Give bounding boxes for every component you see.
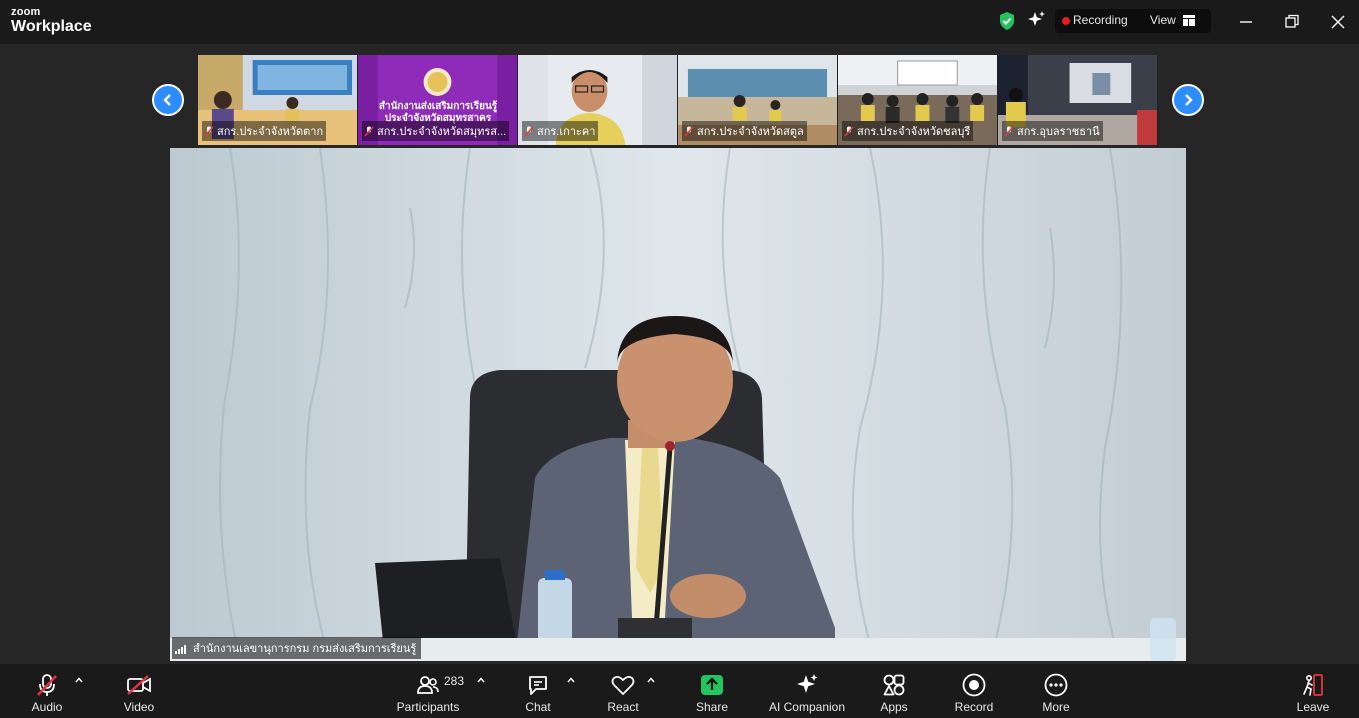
participant-name: สกร.ประจำจังหวัดสตูล — [697, 126, 804, 138]
video-tile[interactable]: สกร.ประจำจังหวัดตาก — [198, 55, 358, 145]
share-screen-icon — [701, 675, 723, 695]
ai-sparkle-icon — [797, 674, 818, 693]
mic-muted-icon — [1004, 125, 1014, 137]
recording-dot-icon — [1062, 17, 1070, 25]
participant-count-badge: 283 — [444, 674, 465, 688]
participant-name: สกร.ประจำจังหวัดชลบุรี — [857, 126, 971, 138]
react-options-caret-icon[interactable] — [646, 676, 656, 684]
apps-button[interactable]: Apps — [874, 670, 914, 714]
zoom-logo: zoom Workplace — [11, 7, 92, 35]
chat-options-caret-icon[interactable] — [566, 676, 576, 684]
mic-muted-icon — [844, 125, 854, 137]
mic-muted-icon — [364, 125, 374, 137]
view-button[interactable]: View — [1150, 13, 1176, 27]
leave-door-icon — [1303, 674, 1323, 696]
meeting-controls-toolbar: Audio Video Participants 283 Chat React … — [0, 664, 1359, 718]
participant-name-label: สกร.ประจำจังหวัดตาก — [202, 121, 327, 141]
ai-companion-button[interactable]: AI Companion — [766, 670, 848, 714]
video-tile[interactable]: สกร.ประจำจังหวัดสตูล — [678, 55, 838, 145]
leave-label: Leave — [1296, 700, 1330, 714]
chat-label: Chat — [525, 700, 551, 714]
ai-sparkle-icon[interactable] — [1026, 10, 1046, 30]
grid-view-icon[interactable] — [1183, 15, 1195, 26]
speaker-name-label: สำนักงานเลขานุการกรม กรมส่งเสริมการเรียน… — [172, 637, 422, 659]
speaker-video-feed — [170, 148, 1186, 661]
participant-name-label: สกร.ประจำจังหวัดสตูล — [682, 121, 807, 141]
chevron-right-icon — [1185, 94, 1193, 106]
audio-label: Audio — [31, 700, 63, 714]
recording-label[interactable]: Recording — [1073, 13, 1128, 27]
mic-muted-icon — [204, 125, 214, 137]
video-tile[interactable]: สกร.เกาะคา — [518, 55, 678, 145]
apps-label: Apps — [880, 700, 908, 714]
signal-strength-icon — [175, 644, 186, 654]
logo-top-text: zoom — [11, 6, 41, 18]
participants-label: Participants — [396, 700, 460, 714]
participant-name: สกร.อุบลราชธานี — [1017, 126, 1100, 138]
video-button[interactable]: Video — [118, 670, 160, 714]
active-speaker-video[interactable]: สำนักงานเลขานุการกรม กรมส่งเสริมการเรียน… — [170, 148, 1186, 661]
apps-icon — [883, 674, 905, 696]
mic-muted-icon — [684, 125, 694, 137]
more-dots-icon — [1044, 673, 1068, 697]
gallery-prev-button[interactable] — [152, 84, 184, 116]
react-button[interactable]: React — [602, 670, 644, 714]
participant-name-label: สกร.ประจำจังหวัดสมุทรส... — [362, 121, 510, 141]
audio-options-caret-icon[interactable] — [74, 676, 84, 684]
share-label: Share — [695, 700, 729, 714]
leave-button[interactable]: Leave — [1294, 670, 1332, 714]
share-button[interactable]: Share — [692, 670, 732, 714]
participant-name-label: สกร.เกาะคา — [522, 121, 599, 141]
minimize-icon[interactable] — [1236, 12, 1256, 32]
participants-options-caret-icon[interactable] — [476, 676, 486, 684]
title-bar: zoom Workplace Recording View — [0, 0, 1359, 44]
react-label: React — [607, 700, 639, 714]
chat-bubble-icon — [529, 676, 547, 695]
heart-icon — [611, 675, 635, 695]
participant-name-label: สกร.อุบลราชธานี — [1002, 121, 1103, 141]
participants-icon — [417, 676, 439, 694]
ai-companion-label: AI Companion — [768, 700, 846, 714]
participant-name-label: สกร.ประจำจังหวัดชลบุรี — [842, 121, 974, 141]
profile-card-line1: สำนักงานส่งเสริมการเรียนรู้ — [378, 101, 498, 112]
participant-name: สกร.เกาะคา — [537, 126, 596, 138]
speaker-name: สำนักงานเลขานุการกรม กรมส่งเสริมการเรียน… — [193, 643, 417, 655]
record-label: Record — [954, 700, 994, 714]
mic-muted-icon — [524, 125, 534, 137]
participant-name: สกร.ประจำจังหวัดสมุทรส... — [377, 126, 507, 138]
video-tile[interactable]: สกร.ประจำจังหวัดชลบุรี — [838, 55, 998, 145]
restore-icon[interactable] — [1282, 12, 1302, 32]
video-gallery-strip: สกร.ประจำจังหวัดตาก สำนักงานส่งเสริมการเ… — [198, 55, 1158, 145]
chevron-left-icon — [163, 94, 171, 106]
mic-muted-icon — [37, 674, 57, 696]
audio-button[interactable]: Audio — [26, 670, 68, 714]
video-label: Video — [123, 700, 155, 714]
recording-view-pill: Recording View — [1055, 9, 1211, 33]
gallery-next-button[interactable] — [1172, 84, 1204, 116]
video-tile[interactable]: สำนักงานส่งเสริมการเรียนรู้ ประจำจังหวัด… — [358, 55, 518, 145]
close-icon[interactable] — [1328, 12, 1348, 32]
logo-bottom-text: Workplace — [11, 18, 92, 35]
participant-name: สกร.ประจำจังหวัดตาก — [217, 126, 324, 138]
chat-button[interactable]: Chat — [518, 670, 558, 714]
more-button[interactable]: More — [1036, 670, 1076, 714]
video-off-icon — [127, 675, 151, 695]
video-tile[interactable]: สกร.อุบลราชธานี — [998, 55, 1158, 145]
security-shield-icon[interactable] — [998, 11, 1016, 31]
record-button[interactable]: Record — [952, 670, 996, 714]
more-label: More — [1042, 700, 1070, 714]
record-icon — [962, 673, 986, 697]
